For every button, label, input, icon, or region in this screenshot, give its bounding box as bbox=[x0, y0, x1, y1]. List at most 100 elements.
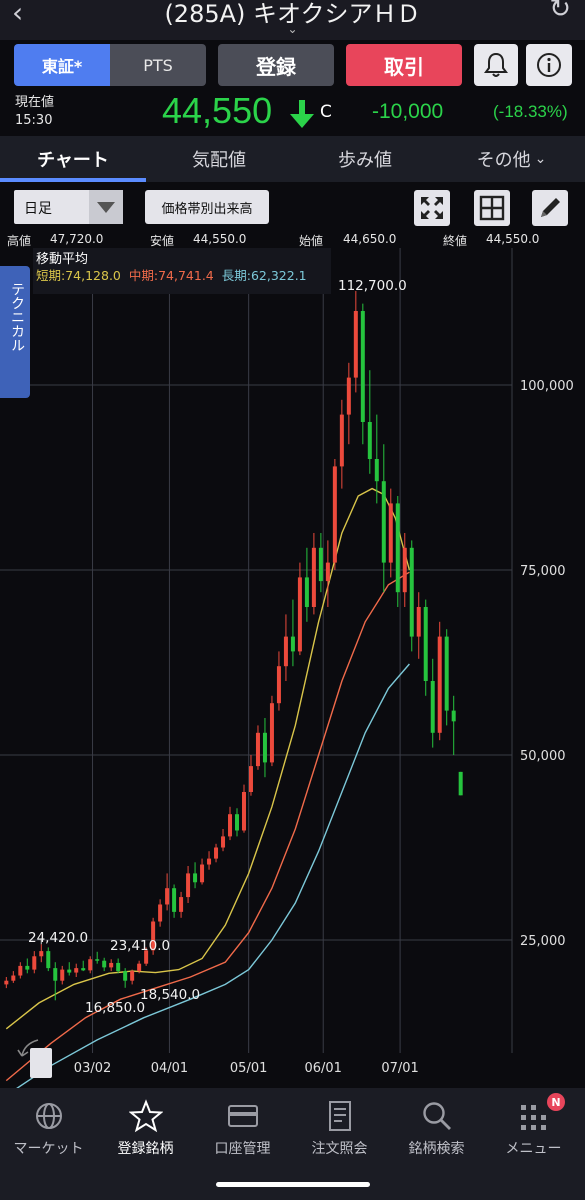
candle-body bbox=[102, 960, 107, 968]
star-icon bbox=[128, 1099, 163, 1133]
tab-ticks[interactable]: 歩み値 bbox=[292, 136, 438, 182]
close-value: 44,550.0 bbox=[486, 232, 540, 246]
nav-menu[interactable]: N メニュー bbox=[485, 1093, 582, 1168]
candle-body bbox=[332, 466, 337, 563]
candle-body bbox=[60, 969, 65, 981]
candle-body bbox=[360, 311, 365, 422]
tab-quotes[interactable]: 気配値 bbox=[146, 136, 292, 182]
candle-body bbox=[451, 710, 456, 722]
y-tick-label: 25,000 bbox=[520, 934, 566, 949]
candle-body bbox=[283, 636, 288, 667]
price-annotation: 112,700.0 bbox=[338, 278, 407, 294]
market-toggle: 東証* PTS bbox=[14, 44, 206, 86]
x-tick-label: 03/02 bbox=[74, 1061, 111, 1076]
candle-body bbox=[269, 703, 274, 763]
nav-label: 銘柄検索 bbox=[408, 1141, 465, 1157]
info-button[interactable] bbox=[526, 44, 572, 86]
price-row: 現在値 15:30 44,550 C -10,000 (-18.33%) bbox=[0, 90, 585, 136]
candle-body bbox=[416, 607, 421, 637]
technical-label: テクニカル bbox=[9, 282, 25, 352]
alert-button[interactable] bbox=[474, 44, 518, 86]
price-annotation: 23,410.0 bbox=[110, 938, 170, 954]
chart-canvas[interactable]: 03/02 04/01 05/01 06/01 07/01 25,000 50,000 75,… bbox=[0, 248, 585, 1096]
nav-label: マーケット bbox=[13, 1141, 84, 1157]
candle-body bbox=[304, 577, 309, 607]
candle-body bbox=[116, 962, 121, 972]
period-value: 日足 bbox=[24, 201, 52, 217]
tab-other-label: その他 bbox=[476, 150, 531, 171]
candle bbox=[409, 540, 414, 652]
candle-body bbox=[311, 547, 316, 607]
register-button[interactable]: 登録 bbox=[218, 44, 334, 86]
nav-search[interactable]: 銘柄検索 bbox=[388, 1098, 485, 1168]
candle-body bbox=[39, 951, 44, 957]
price-chart[interactable]: 03/02 04/01 05/01 06/01 07/01 25,000 50,000 75,… bbox=[0, 248, 585, 1096]
home-indicator bbox=[216, 1182, 370, 1187]
globe-icon bbox=[35, 1103, 62, 1129]
candle-body bbox=[381, 481, 386, 563]
card-icon bbox=[227, 1105, 258, 1127]
chevron-down-icon: ⌄ bbox=[534, 151, 547, 167]
nav-account[interactable]: 口座管理 bbox=[194, 1098, 291, 1168]
market-tse-button[interactable]: 東証* bbox=[14, 44, 110, 86]
period-select[interactable]: 日足 bbox=[14, 190, 123, 224]
current-price: 44,550 bbox=[162, 90, 273, 131]
candle-body bbox=[228, 814, 233, 837]
pencil-icon bbox=[541, 198, 560, 217]
nav-label: 注文照会 bbox=[311, 1141, 368, 1157]
low-label: 安値 bbox=[150, 234, 175, 248]
info-icon bbox=[537, 53, 561, 77]
candle-body bbox=[388, 503, 393, 563]
candle-body bbox=[214, 847, 219, 859]
draw-button[interactable] bbox=[532, 190, 568, 226]
candle-body bbox=[123, 971, 128, 981]
tab-chart[interactable]: チャート bbox=[0, 136, 146, 182]
chevron-down-icon[interactable]: ⌄ bbox=[0, 22, 585, 36]
tab-other[interactable]: その他 ⌄ bbox=[438, 136, 585, 182]
ma-mid: 中期:74,741.4 bbox=[128, 268, 214, 283]
candle-body bbox=[130, 971, 135, 981]
candle-body bbox=[165, 888, 170, 905]
candle-body bbox=[186, 873, 191, 898]
candle-body bbox=[4, 980, 9, 985]
candle-body bbox=[297, 577, 302, 652]
dropdown-arrow-icon bbox=[97, 202, 115, 213]
low-value: 44,550.0 bbox=[193, 232, 247, 246]
candle-body bbox=[67, 969, 72, 973]
open-label: 始値 bbox=[299, 234, 324, 248]
action-bar: 東証* PTS 登録 取引 bbox=[0, 40, 585, 92]
candle-body bbox=[109, 962, 114, 968]
trade-button[interactable]: 取引 bbox=[346, 44, 462, 86]
grid-layout-icon bbox=[479, 195, 505, 221]
nav-orders[interactable]: 注文照会 bbox=[291, 1098, 388, 1168]
title-bar: ‹ (285A) キオクシアＨＤ ⌄ ↻ bbox=[0, 0, 585, 40]
candle-body bbox=[318, 547, 323, 582]
market-pts-button[interactable]: PTS bbox=[110, 44, 206, 86]
svg-text:N: N bbox=[551, 1096, 560, 1109]
price-annotation: 16,850.0 bbox=[85, 1000, 145, 1016]
x-tick-label: 06/01 bbox=[304, 1061, 341, 1076]
fullscreen-button[interactable] bbox=[414, 190, 450, 226]
close-label: 終値 bbox=[443, 234, 468, 248]
nav-market[interactable]: マーケット bbox=[0, 1098, 97, 1168]
open-value: 44,650.0 bbox=[343, 232, 397, 246]
search-icon bbox=[422, 1102, 451, 1130]
candle-body bbox=[172, 888, 177, 912]
candle-body bbox=[409, 547, 414, 637]
candle-body bbox=[346, 377, 351, 415]
technical-side-tab[interactable]: テクニカル bbox=[0, 266, 30, 398]
candle-body bbox=[88, 959, 93, 971]
high-label: 高値 bbox=[7, 234, 32, 248]
candle-body bbox=[95, 959, 100, 961]
candle-body bbox=[290, 636, 295, 652]
chart-toolbar: 日足 価格帯別出来高 bbox=[0, 182, 585, 232]
close-marker: C bbox=[320, 102, 332, 122]
candle-body bbox=[437, 636, 442, 733]
refresh-icon[interactable]: ↻ bbox=[549, 0, 571, 24]
candle-body bbox=[248, 766, 253, 792]
volume-by-price-button[interactable]: 価格帯別出来高 bbox=[145, 190, 269, 224]
candle-body bbox=[255, 732, 260, 767]
layout-button[interactable] bbox=[474, 190, 510, 226]
nav-label: メニュー bbox=[505, 1141, 562, 1157]
nav-watchlist[interactable]: 登録銘柄 bbox=[97, 1098, 194, 1168]
